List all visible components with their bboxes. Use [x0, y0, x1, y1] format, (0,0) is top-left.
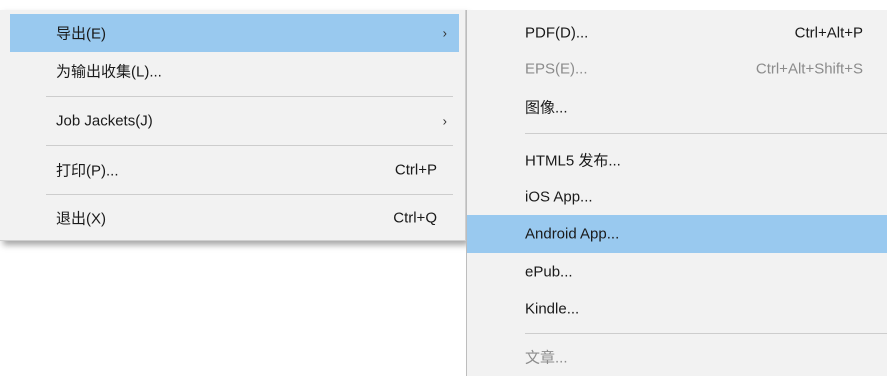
menu-item-print[interactable]: 打印(P)... Ctrl+P [10, 150, 459, 190]
menu-item-label: PDF(D)... [525, 24, 589, 42]
menu-item-label: iOS App... [525, 188, 593, 206]
menu-item-label: EPS(E)... [525, 60, 588, 78]
submenu-item-android-app[interactable]: Android App... [467, 215, 887, 253]
menu-item-label: 打印(P)... [56, 162, 119, 180]
file-menu: 导出(E) › 为输出收集(L)... Job Jackets(J) › 打印(… [0, 10, 466, 241]
submenu-arrow-icon: › [442, 25, 447, 41]
menu-item-label: 图像... [525, 99, 568, 117]
menu-item-label: Android App... [525, 225, 620, 243]
menu-item-exit[interactable]: 退出(X) Ctrl+Q [10, 199, 459, 237]
menu-item-job-jackets[interactable]: Job Jackets(J) › [10, 102, 459, 140]
menu-item-label: 文章... [525, 349, 568, 367]
menu-item-shortcut: Ctrl+P [394, 161, 437, 179]
export-submenu: PDF(D)... Ctrl+Alt+P EPS(E)... Ctrl+Alt+… [466, 10, 887, 376]
menu-item-export[interactable]: 导出(E) › [10, 14, 459, 52]
menu-item-label: 为输出收集(L)... [56, 63, 162, 81]
submenu-item-eps[interactable]: EPS(E)... Ctrl+Alt+Shift+S [467, 51, 887, 87]
submenu-item-epub[interactable]: ePub... [467, 253, 887, 290]
menu-item-label: ePub... [525, 263, 573, 280]
menu-item-shortcut: Ctrl+Alt+Shift+S [755, 60, 863, 78]
menu-separator [46, 96, 453, 97]
menu-item-label: 导出(E) [56, 25, 106, 43]
menu-item-label: Job Jackets(J) [56, 112, 153, 130]
menu-item-collect-for-output[interactable]: 为输出收集(L)... [10, 52, 459, 90]
menu-separator [46, 145, 453, 146]
menu-separator [46, 194, 453, 195]
submenu-item-html5-publish[interactable]: HTML5 发布... [467, 141, 887, 179]
submenu-item-pdf[interactable]: PDF(D)... Ctrl+Alt+P [467, 15, 887, 51]
submenu-item-image[interactable]: 图像... [467, 87, 887, 127]
menu-item-label: HTML5 发布... [525, 152, 621, 170]
menu-item-shortcut: Ctrl+Alt+P [794, 24, 863, 42]
submenu-item-kindle[interactable]: Kindle... [467, 290, 887, 328]
submenu-item-ios-app[interactable]: iOS App... [467, 179, 887, 215]
menu-separator [525, 133, 887, 134]
menu-item-shortcut: Ctrl+Q [393, 209, 437, 227]
submenu-item-article[interactable]: 文章... [467, 338, 887, 376]
submenu-arrow-icon: › [442, 113, 447, 129]
menu-separator [525, 333, 887, 334]
menu-item-label: 退出(X) [56, 210, 106, 228]
menu-item-label: Kindle... [525, 300, 580, 318]
